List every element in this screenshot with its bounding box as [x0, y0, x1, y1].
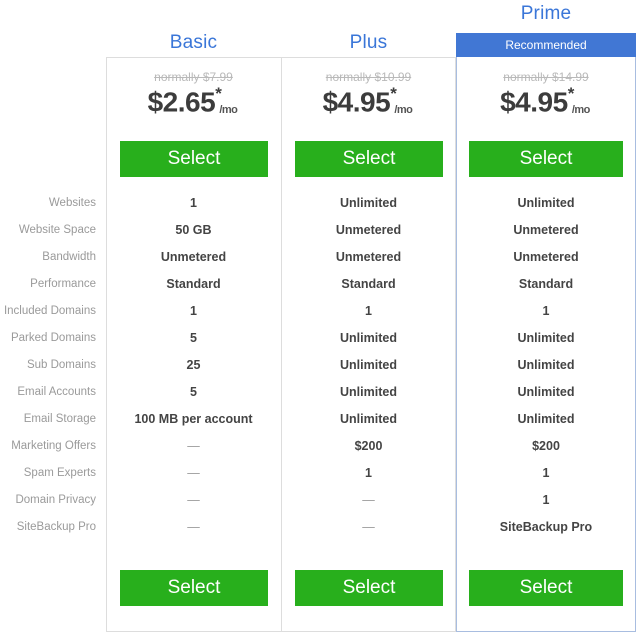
- feature-label: Email Storage: [23, 413, 96, 425]
- feature-value: Unlimited: [340, 412, 397, 426]
- feature-value: Unmetered: [335, 250, 402, 264]
- original-price-prime: normally $14.99: [503, 70, 589, 84]
- feature-row: Websites 1 Unlimited Unlimited: [0, 190, 636, 217]
- price-block-plus: normally $10.99 $4.95*/mo: [281, 70, 456, 118]
- select-button-basic-bottom[interactable]: Select: [120, 570, 268, 606]
- feature-value: Unlimited: [517, 412, 575, 426]
- feature-value: $200: [354, 439, 383, 453]
- price-amount-plus: $4.95: [322, 86, 391, 118]
- feature-row: Email Storage 100 MB per account Unlimited…: [0, 406, 636, 433]
- feature-value: Unmetered: [160, 250, 227, 264]
- feature-label: Websites: [48, 197, 96, 209]
- select-button-prime-bottom[interactable]: Select: [469, 570, 623, 606]
- feature-label: Spam Experts: [23, 467, 96, 479]
- feature-value: Unmetered: [335, 223, 402, 237]
- feature-value: $200: [532, 439, 560, 453]
- feature-row: Email Accounts 5 Unlimited Unlimited: [0, 379, 636, 406]
- feature-value: —: [187, 466, 200, 480]
- feature-value: Unlimited: [340, 331, 397, 345]
- feature-value: Unmetered: [513, 250, 579, 264]
- feature-value: 5: [190, 331, 197, 345]
- original-price-plus: normally $10.99: [325, 70, 412, 84]
- feature-value: Unmetered: [513, 223, 579, 237]
- feature-label: Performance: [30, 278, 96, 290]
- feature-row: Sub Domains 25 Unlimited Unlimited: [0, 352, 636, 379]
- feature-value: Unlimited: [517, 385, 575, 399]
- feature-row: Marketing Offers — $200 $200: [0, 433, 636, 460]
- price-period-prime: /mo: [571, 104, 591, 117]
- feature-value: 1: [542, 493, 550, 507]
- feature-value: —: [187, 520, 200, 534]
- feature-label: Included Domains: [3, 305, 96, 317]
- feature-value: Unlimited: [517, 196, 575, 210]
- feature-list: Websites 1 Unlimited Unlimited Website Space…: [0, 190, 636, 541]
- feature-value: 100 MB per account: [134, 412, 253, 426]
- price-basic: $2.65*/mo: [147, 84, 240, 118]
- feature-value: Unlimited: [340, 385, 397, 399]
- feature-value: Standard: [341, 277, 396, 291]
- price-amount-basic: $2.65: [147, 86, 216, 118]
- feature-label: Website Space: [18, 224, 96, 236]
- feature-value: Standard: [166, 277, 221, 291]
- feature-value: 1: [365, 466, 372, 480]
- feature-row: Included Domains 1 1 1: [0, 298, 636, 325]
- select-button-plus-bottom[interactable]: Select: [295, 570, 443, 606]
- feature-row: Performance Standard Standard Standard: [0, 271, 636, 298]
- price-period-basic: /mo: [219, 104, 238, 117]
- plan-title-basic: Basic: [169, 32, 218, 53]
- feature-row: Domain Privacy — — 1: [0, 487, 636, 514]
- feature-value: 5: [190, 385, 197, 399]
- plan-title-plus: Plus: [349, 32, 388, 53]
- feature-label: Bandwidth: [42, 251, 96, 263]
- feature-label: Marketing Offers: [11, 440, 96, 452]
- feature-value: Unlimited: [517, 358, 575, 372]
- feature-value: Standard: [518, 277, 574, 291]
- price-asterisk-plus: *: [390, 84, 397, 103]
- price-amount-prime: $4.95: [500, 86, 568, 118]
- feature-value: SiteBackup Pro: [499, 520, 593, 534]
- feature-value: 50 GB: [175, 223, 212, 237]
- feature-value: —: [362, 493, 375, 507]
- price-block-prime: normally $14.99 $4.95*/mo: [456, 70, 636, 118]
- price-prime: $4.95*/mo: [500, 84, 592, 118]
- feature-value: —: [187, 439, 200, 453]
- price-block-basic: normally $7.99 $2.65*/mo: [106, 70, 281, 118]
- price-asterisk-prime: *: [567, 84, 575, 103]
- feature-value: Unlimited: [517, 331, 575, 345]
- original-price-basic: normally $7.99: [154, 70, 233, 84]
- select-button-plus-top[interactable]: Select: [295, 141, 443, 177]
- select-button-prime-top[interactable]: Select: [469, 141, 623, 177]
- feature-row: Bandwidth Unmetered Unmetered Unmetered: [0, 244, 636, 271]
- price-asterisk-basic: *: [215, 84, 222, 103]
- feature-value: 1: [542, 466, 550, 480]
- feature-label: Domain Privacy: [15, 494, 96, 506]
- feature-value: 1: [190, 196, 197, 210]
- feature-value: —: [362, 520, 375, 534]
- feature-row: Spam Experts — 1 1: [0, 460, 636, 487]
- feature-row: Website Space 50 GB Unmetered Unmetered: [0, 217, 636, 244]
- feature-value: Unlimited: [340, 196, 397, 210]
- feature-value: —: [187, 493, 200, 507]
- feature-value: 1: [365, 304, 372, 318]
- recommended-badge: Recommended: [456, 33, 636, 57]
- select-button-basic-top[interactable]: Select: [120, 141, 268, 177]
- feature-value: 1: [190, 304, 197, 318]
- feature-label: Sub Domains: [26, 359, 96, 371]
- plan-title-prime: Prime: [520, 3, 572, 24]
- feature-label: Parked Domains: [10, 332, 96, 344]
- price-period-plus: /mo: [394, 104, 413, 117]
- feature-value: 1: [542, 304, 550, 318]
- feature-value: Unlimited: [340, 358, 397, 372]
- feature-value: 25: [186, 358, 201, 372]
- feature-label: SiteBackup Pro: [16, 521, 96, 533]
- feature-label: Email Accounts: [17, 386, 96, 398]
- pricing-table: Basic Plus Prime Recommended normally $7…: [0, 0, 636, 640]
- feature-row: Parked Domains 5 Unlimited Unlimited: [0, 325, 636, 352]
- feature-row: SiteBackup Pro — — SiteBackup Pro: [0, 514, 636, 541]
- price-plus: $4.95*/mo: [322, 84, 415, 118]
